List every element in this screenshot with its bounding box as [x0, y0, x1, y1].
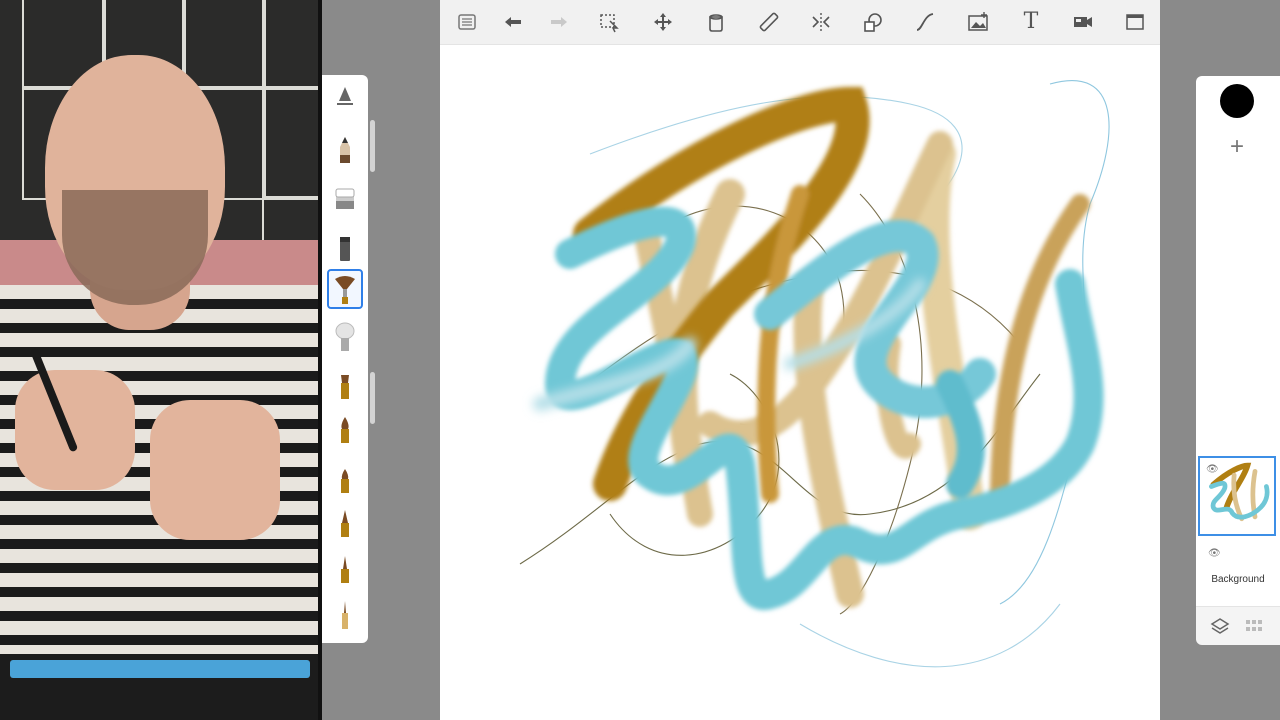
- fullscreen-icon[interactable]: [1120, 7, 1150, 37]
- brush-library-panel[interactable]: [322, 75, 368, 643]
- layer-stack-icon[interactable]: [1210, 616, 1230, 636]
- background-visibility-eye-icon[interactable]: 👁: [1208, 548, 1221, 559]
- pencil-brush-icon[interactable]: [329, 131, 361, 167]
- brush-properties-icon[interactable]: [329, 79, 361, 115]
- transform-move-icon[interactable]: [648, 7, 678, 37]
- text-tool-icon[interactable]: T: [1016, 7, 1046, 37]
- layers-panel: + 👁 👁 Background: [1196, 76, 1280, 645]
- current-color-swatch[interactable]: [1220, 84, 1254, 118]
- symmetry-icon[interactable]: [806, 7, 836, 37]
- marker-brush-icon[interactable]: [329, 229, 361, 265]
- background-layer-label: Background: [1211, 574, 1265, 585]
- eraser-brush-icon[interactable]: [329, 179, 361, 215]
- fill-bucket-icon[interactable]: [701, 7, 731, 37]
- round-brush-icon[interactable]: [329, 461, 361, 497]
- presenter-hand-right: [150, 400, 280, 540]
- wall-tile: [262, 0, 318, 90]
- shape-icon[interactable]: [858, 7, 888, 37]
- chisel-brush-icon[interactable]: [329, 367, 361, 403]
- top-toolbar: T: [440, 0, 1160, 45]
- pen-brush-icon[interactable]: [329, 597, 361, 633]
- brush-scroll-indicator[interactable]: [370, 120, 375, 172]
- ruler-icon[interactable]: [754, 7, 784, 37]
- curve-stroke-icon[interactable]: [910, 7, 940, 37]
- grid-view-icon[interactable]: [1244, 616, 1264, 636]
- layer-visibility-eye-icon[interactable]: 👁: [1206, 464, 1219, 475]
- liner-brush-icon[interactable]: [329, 551, 361, 587]
- text-tool-glyph: T: [1023, 9, 1039, 34]
- round-brush-icon[interactable]: [329, 411, 361, 447]
- pointed-brush-icon[interactable]: [329, 505, 361, 541]
- wall-tile: [262, 86, 318, 200]
- soft-brush-icon[interactable]: [329, 319, 361, 355]
- tablet-screen: [10, 660, 310, 678]
- wall-tile: [182, 0, 266, 90]
- selection-icon[interactable]: [594, 7, 624, 37]
- list-icon[interactable]: [452, 7, 482, 37]
- camera-record-icon[interactable]: [1068, 7, 1098, 37]
- layers-bottom-bar: [1196, 606, 1280, 645]
- fan-brush-icon[interactable]: [327, 269, 363, 309]
- presenter-hand-left: [15, 370, 135, 490]
- artwork-strokes[interactable]: [440, 44, 1160, 720]
- brush-scroll-indicator[interactable]: [370, 372, 375, 424]
- image-insert-icon[interactable]: [963, 7, 993, 37]
- add-layer-button[interactable]: +: [1222, 132, 1252, 162]
- presenter-video: [0, 0, 318, 720]
- redo-arrow-icon[interactable]: [544, 7, 574, 37]
- undo-arrow-icon[interactable]: [498, 7, 528, 37]
